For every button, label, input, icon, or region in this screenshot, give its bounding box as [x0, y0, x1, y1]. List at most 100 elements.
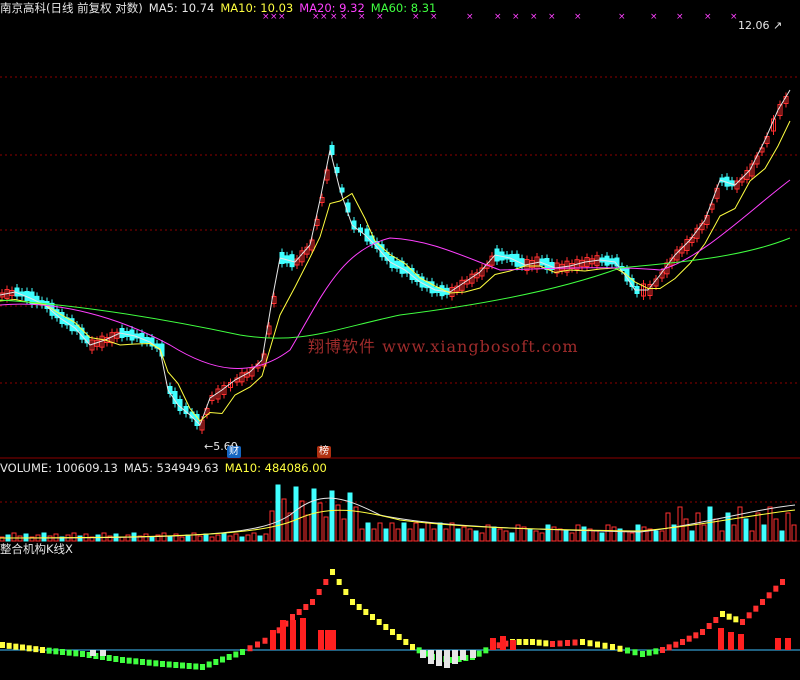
indicator-candle [113, 656, 119, 662]
indicator-candle [140, 659, 145, 665]
indicator-candle [653, 648, 659, 655]
signal-x-icon: × [270, 12, 277, 22]
volume-bar [425, 522, 431, 542]
indicator-candle [666, 644, 672, 651]
indicator-candle [557, 640, 563, 647]
indicator-candle [587, 640, 593, 647]
volume-bar [419, 528, 425, 542]
indicator-candle [550, 641, 555, 647]
ranking-badge[interactable]: 榜 [317, 446, 331, 458]
signal-x-icon: × [704, 12, 711, 22]
institution-bar [318, 630, 324, 650]
indicator-candle [356, 604, 362, 610]
indicator-candle [640, 651, 645, 657]
volume-bar [767, 506, 773, 542]
indicator-candle [213, 659, 219, 665]
institution-bar [738, 634, 744, 650]
indicator-candle [390, 629, 395, 635]
indicator-candle [66, 649, 72, 656]
signal-x-icon: × [340, 12, 347, 22]
indicator-candle [646, 649, 652, 656]
volume-bar [623, 530, 629, 542]
volume-bar [197, 535, 203, 542]
institution-bar [300, 618, 306, 650]
signal-x-icon: × [430, 12, 437, 22]
indicator-candle [316, 589, 322, 595]
indicator-candle [483, 647, 489, 654]
volume-bar [719, 530, 725, 542]
volume-bar [683, 518, 689, 542]
retail-bar [90, 650, 96, 656]
price-chart[interactable] [0, 0, 800, 460]
volume-bar [473, 530, 479, 542]
indicator-candle [323, 579, 329, 585]
volume-bar [509, 532, 515, 542]
indicator-candle [173, 662, 179, 668]
indicator-candle [160, 661, 165, 667]
indicator-candle [476, 650, 482, 657]
volume-bar [533, 530, 539, 542]
signal-x-icon: × [548, 12, 555, 22]
indicator-candle [602, 642, 608, 649]
volume-bar [209, 536, 215, 542]
volume-chart[interactable] [0, 460, 800, 542]
volume-bar [311, 488, 317, 542]
volume-bar [263, 533, 269, 542]
signal-x-icon: × [676, 12, 683, 22]
indicator-candle [126, 657, 132, 664]
signal-x-icon: × [512, 12, 519, 22]
indicator-candle [595, 641, 600, 648]
signal-x-icon: × [376, 12, 383, 22]
volume-bar [641, 526, 647, 542]
ma10-line [0, 120, 791, 422]
institution-bar [490, 638, 496, 650]
indicator-candle [686, 635, 692, 642]
finance-badge[interactable]: 财 [227, 446, 241, 458]
volume-bar [365, 522, 371, 542]
volume-bar [755, 512, 761, 542]
volume-bar [779, 530, 785, 542]
indicator-candle [46, 647, 52, 654]
retail-bar [470, 650, 476, 658]
indicator-chart[interactable] [0, 542, 800, 680]
volume-bar [389, 522, 395, 542]
volume-bar [287, 512, 293, 542]
indicator-candle [106, 655, 112, 661]
volume-bar [11, 532, 17, 542]
retail-bar [452, 650, 458, 664]
volume-bar [407, 528, 413, 542]
volume-bar [317, 502, 323, 542]
signal-x-icon: × [650, 12, 657, 22]
volume-bar [413, 522, 419, 542]
volume-bar [431, 528, 437, 542]
volume-bar [383, 528, 389, 542]
signal-x-icon: × [574, 12, 581, 22]
volume-bar [227, 535, 233, 542]
volume-bar [761, 524, 767, 542]
volume-bar [191, 532, 197, 542]
indicator-candle [693, 632, 699, 639]
indicator-candle [6, 642, 12, 649]
institution-bar [718, 628, 724, 650]
volume-bar [347, 492, 353, 542]
volume-bar [125, 534, 131, 542]
indicator-candle [247, 645, 253, 652]
indicator-candle [383, 624, 389, 630]
indicator-candle [240, 649, 245, 655]
signal-x-icon: × [466, 12, 473, 22]
indicator-candle [146, 659, 152, 666]
volume-bar [269, 510, 275, 542]
volume-bar [527, 528, 533, 542]
volume-bar [653, 530, 659, 542]
volume-bar [713, 518, 719, 542]
volume-bar [77, 535, 83, 542]
volume-bar [323, 516, 329, 542]
retail-bar [420, 650, 426, 658]
institution-bar [280, 620, 286, 650]
indicator-candle [370, 614, 375, 620]
volume-bar [749, 530, 755, 542]
volume-bar [305, 514, 311, 542]
volume-bar [41, 532, 47, 542]
indicator-candle [20, 644, 25, 651]
volume-bar [245, 534, 251, 542]
